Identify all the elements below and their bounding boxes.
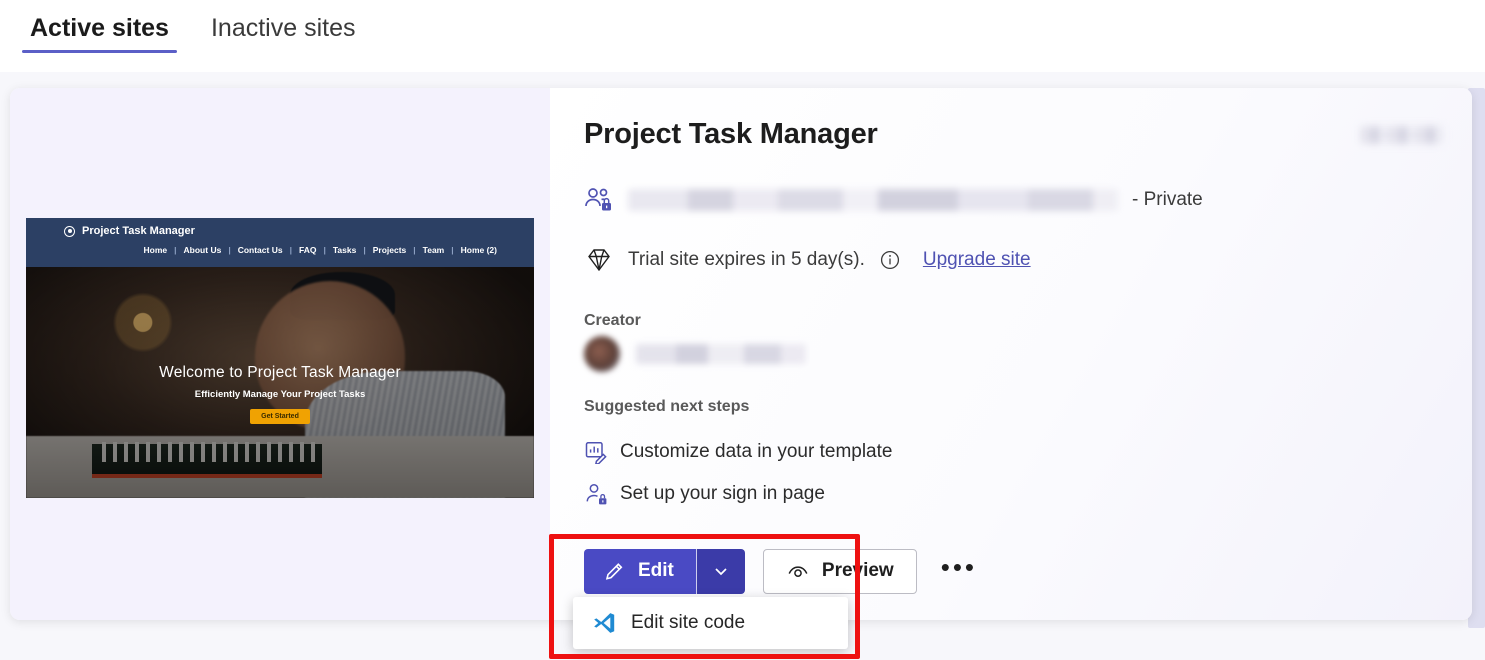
chevron-down-icon xyxy=(711,561,731,581)
redacted-creator-name xyxy=(636,344,806,364)
thumbnail-hero: Welcome to Project Task Manager Efficien… xyxy=(26,267,534,498)
site-details-panel: Project Task Manager - Private xyxy=(550,88,1472,620)
site-membership-row: - Private xyxy=(584,186,1203,214)
hero-get-started-button[interactable]: Get Started xyxy=(250,409,310,424)
thumbnail-nav-link: Tasks xyxy=(326,245,363,255)
person-lock-icon xyxy=(584,482,608,506)
thumbnail-nav-link: Contact Us xyxy=(231,245,290,255)
thumbnail-nav-link: Projects xyxy=(366,245,414,255)
edit-split-button: Edit xyxy=(584,549,745,594)
edit-site-code-menu-item[interactable]: Edit site code xyxy=(631,612,745,634)
thumbnail-nav-link: Home (2) xyxy=(454,245,504,255)
people-lock-icon xyxy=(584,186,614,214)
thumbnail-nav-link: Team xyxy=(416,245,452,255)
suggested-step-label: Set up your sign in page xyxy=(620,483,825,505)
thumbnail-brand: Project Task Manager xyxy=(64,225,195,237)
edit-dropdown-menu: Edit site code xyxy=(573,597,848,649)
redacted-top-right-field xyxy=(1360,126,1444,144)
creator-label: Creator xyxy=(584,312,641,330)
suggested-step-customize-data[interactable]: Customize data in your template xyxy=(584,440,892,464)
tab-active-sites[interactable]: Active sites xyxy=(22,0,177,53)
tab-bar: Active sites Inactive sites xyxy=(0,0,1485,72)
suggested-step-label: Customize data in your template xyxy=(620,441,892,463)
avatar xyxy=(584,336,620,372)
creator-row xyxy=(584,336,806,372)
thumbnail-nav-bar: Project Task Manager Home| About Us| Con… xyxy=(26,218,534,267)
redacted-member-names xyxy=(628,189,1118,211)
suggested-step-sign-in-page[interactable]: Set up your sign in page xyxy=(584,482,825,506)
site-preview-thumbnail[interactable]: Project Task Manager Home| About Us| Con… xyxy=(26,218,534,498)
site-card: Project Task Manager Home| About Us| Con… xyxy=(10,88,1472,620)
site-thumbnail-panel: Project Task Manager Home| About Us| Con… xyxy=(10,88,550,620)
info-icon[interactable] xyxy=(879,249,901,271)
upgrade-site-link[interactable]: Upgrade site xyxy=(923,249,1031,271)
thumbnail-nav-link: About Us xyxy=(177,245,229,255)
suggested-steps-label: Suggested next steps xyxy=(584,398,749,416)
page-title: Project Task Manager xyxy=(584,118,878,151)
trial-status-text: Trial site expires in 5 day(s). xyxy=(628,249,865,271)
edit-dropdown-toggle[interactable] xyxy=(697,549,745,594)
thumbnail-nav-link: FAQ xyxy=(292,245,323,255)
site-actions: Edit Preview xyxy=(584,548,983,594)
brand-logo-icon xyxy=(64,226,75,237)
eye-icon xyxy=(786,559,810,583)
edit-button[interactable]: Edit xyxy=(584,549,696,594)
vscode-icon xyxy=(591,610,617,636)
thumbnail-brand-label: Project Task Manager xyxy=(82,225,195,237)
pencil-icon xyxy=(604,560,626,582)
trial-status-row: Trial site expires in 5 day(s). Upgrade … xyxy=(584,246,1031,274)
chart-edit-icon xyxy=(584,440,608,464)
tab-active-sites-label: Active sites xyxy=(30,14,169,42)
edit-button-label: Edit xyxy=(638,560,674,582)
diamond-icon xyxy=(584,246,614,274)
tab-inactive-sites[interactable]: Inactive sites xyxy=(203,0,364,53)
preview-button[interactable]: Preview xyxy=(763,549,917,594)
preview-button-label: Preview xyxy=(822,560,894,582)
thumbnail-nav-links: Home| About Us| Contact Us| FAQ| Tasks| … xyxy=(137,245,504,255)
hero-title: Welcome to Project Task Manager xyxy=(26,364,534,382)
privacy-label: - Private xyxy=(1132,189,1203,211)
tab-inactive-sites-label: Inactive sites xyxy=(211,14,356,42)
more-options-button[interactable]: ••• xyxy=(935,548,983,594)
hero-copy: Welcome to Project Task Manager Efficien… xyxy=(26,364,534,424)
thumbnail-nav-link: Home xyxy=(137,245,175,255)
hero-subtitle: Efficiently Manage Your Project Tasks xyxy=(26,389,534,400)
